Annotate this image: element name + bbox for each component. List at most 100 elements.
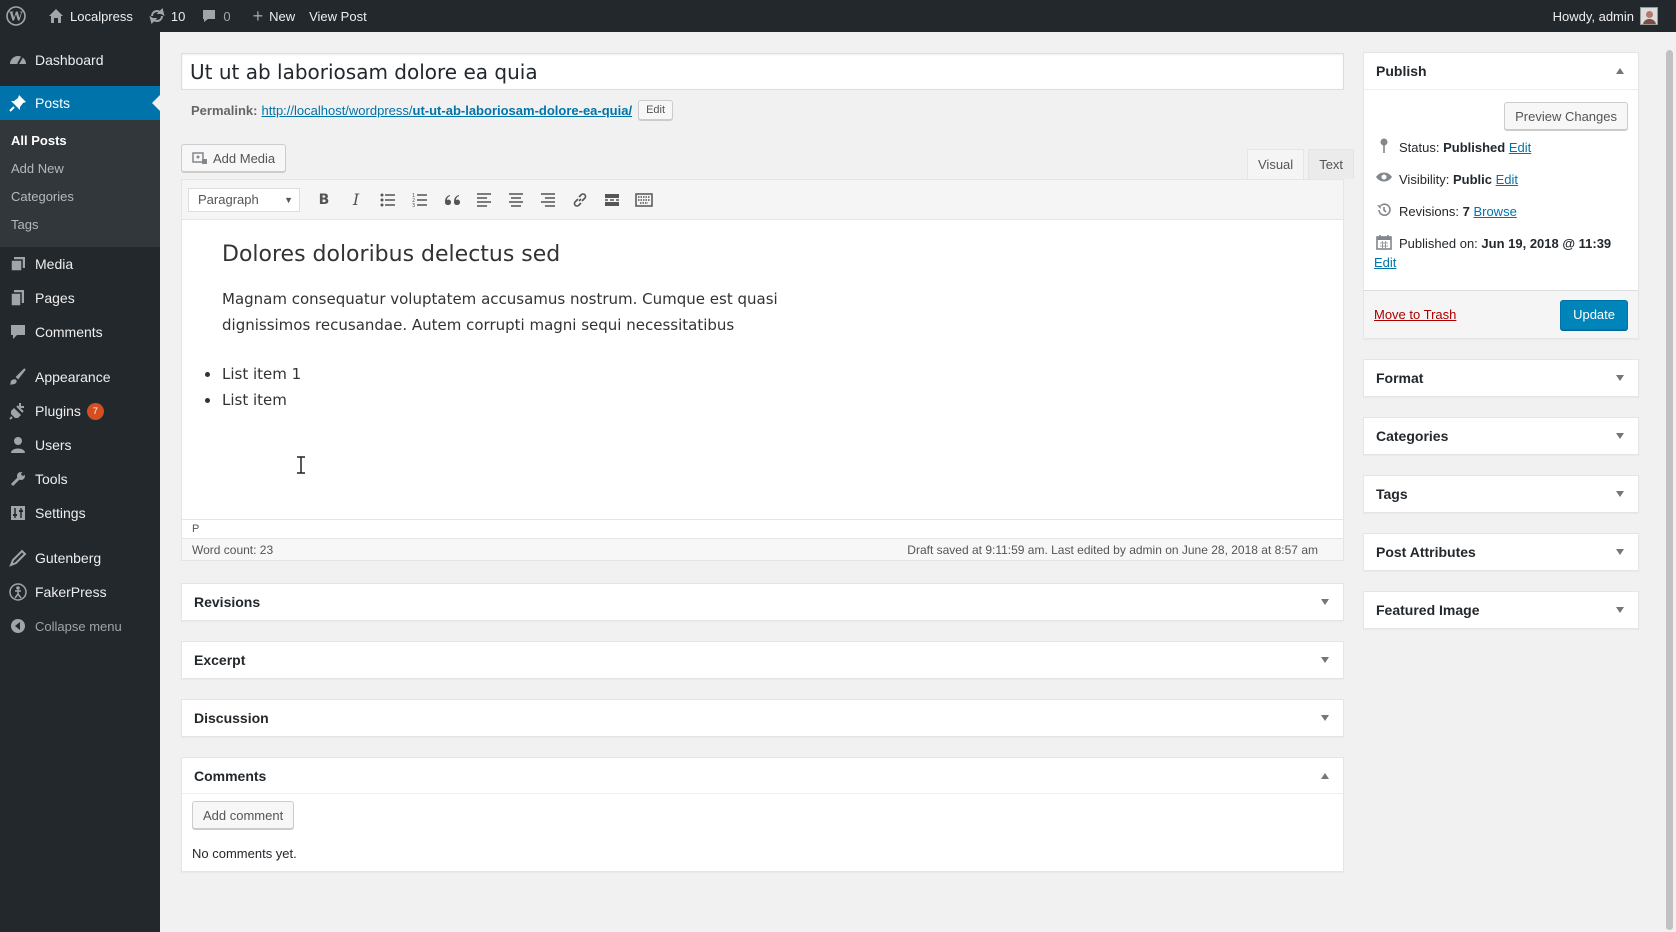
my-account-menu[interactable]: Howdy, admin <box>1553 7 1676 25</box>
editor-content-area[interactable]: Dolores doloribus delectus sed Magnam co… <box>182 220 1343 520</box>
excerpt-metabox-header[interactable]: Excerpt <box>182 642 1343 678</box>
tab-visual[interactable]: Visual <box>1247 149 1305 179</box>
sidebar-item-label: Posts <box>35 95 71 111</box>
permalink-link[interactable]: http://localhost/wordpress/ut-ut-ab-labo… <box>261 103 632 118</box>
sidebar-item-media[interactable]: Media <box>0 247 160 281</box>
sidebar-item-pages[interactable]: Pages <box>0 281 160 315</box>
toggle-arrow-icon[interactable] <box>1616 375 1624 381</box>
categories-metabox-header[interactable]: Categories <box>1364 418 1638 454</box>
sidebar-item-settings[interactable]: Settings <box>0 496 160 530</box>
bulleted-list-icon[interactable] <box>372 185 404 215</box>
admin-bar: W Localpress 10 0 + New View Post Howdy,… <box>0 0 1676 32</box>
format-metabox-header[interactable]: Format <box>1364 360 1638 396</box>
comments-menu[interactable]: 0 <box>193 0 238 32</box>
submenu-all-posts[interactable]: All Posts <box>0 127 160 155</box>
comments-metabox-title: Comments <box>194 767 267 784</box>
sidebar-item-plugins[interactable]: Plugins 7 <box>0 394 160 428</box>
preview-changes-button[interactable]: Preview Changes <box>1504 102 1628 130</box>
read-more-icon[interactable] <box>596 185 628 215</box>
published-on-edit-link[interactable]: Edit <box>1374 255 1396 270</box>
toggle-arrow-icon[interactable] <box>1616 549 1624 555</box>
add-comment-button[interactable]: Add comment <box>192 801 295 829</box>
toggle-arrow-icon[interactable] <box>1321 657 1329 663</box>
no-comments-text: No comments yet. <box>192 846 297 861</box>
bold-icon[interactable]: B <box>308 185 340 215</box>
site-name-menu[interactable]: Localpress <box>34 0 141 32</box>
new-content-menu[interactable]: + New <box>239 0 304 32</box>
tags-metabox-header[interactable]: Tags <box>1364 476 1638 512</box>
sidebar-item-appearance[interactable]: Appearance <box>0 360 160 394</box>
sidebar-item-label: Media <box>35 256 74 272</box>
comments-metabox: Comments Add comment No comments yet. <box>181 757 1344 872</box>
submenu-add-new[interactable]: Add New <box>0 155 160 183</box>
autosave-status: Draft saved at 9:11:59 am. Last edited b… <box>907 542 1318 557</box>
sidebar-item-label: Tools <box>35 471 68 487</box>
sidebar-item-gutenberg[interactable]: Gutenberg <box>0 541 160 575</box>
content-list: List item 1 List item <box>205 361 1303 413</box>
browse-revisions-link[interactable]: Browse <box>1473 202 1516 221</box>
tab-text[interactable]: Text <box>1308 149 1355 179</box>
pin-icon <box>1374 138 1394 154</box>
toggle-arrow-icon[interactable] <box>1321 599 1329 605</box>
collapse-menu-label: Collapse menu <box>35 618 122 634</box>
sidebar-item-dashboard[interactable]: Dashboard <box>0 43 160 77</box>
revisions-metabox-header[interactable]: Revisions <box>182 584 1343 620</box>
posts-submenu: All Posts Add New Categories Tags <box>0 120 160 247</box>
publish-metabox: Publish Preview Changes Status: Publishe… <box>1363 52 1639 339</box>
site-name: Localpress <box>70 8 133 24</box>
featured-image-metabox-header[interactable]: Featured Image <box>1364 592 1638 628</box>
numbered-list-icon[interactable]: 123 <box>404 185 436 215</box>
view-post-label: View Post <box>309 8 367 24</box>
sidebar-item-users[interactable]: Users <box>0 428 160 462</box>
sidebar-item-posts[interactable]: Posts <box>0 86 160 120</box>
italic-icon[interactable]: I <box>340 185 372 215</box>
align-right-icon[interactable] <box>532 185 564 215</box>
toggle-arrow-icon[interactable] <box>1616 607 1624 613</box>
publish-metabox-header[interactable]: Publish <box>1364 53 1638 89</box>
visibility-edit-link[interactable]: Edit <box>1496 170 1518 189</box>
scrollbar-thumb[interactable] <box>1666 50 1673 930</box>
toggle-arrow-icon[interactable] <box>1321 715 1329 721</box>
toggle-arrow-icon[interactable] <box>1616 491 1624 497</box>
sidebar-item-comments[interactable]: Comments <box>0 315 160 349</box>
insert-link-icon[interactable] <box>564 185 596 215</box>
add-media-icon <box>192 150 208 166</box>
submenu-categories[interactable]: Categories <box>0 183 160 211</box>
sidebar-item-label: Appearance <box>35 369 111 385</box>
update-button[interactable]: Update <box>1560 299 1628 330</box>
blockquote-icon[interactable] <box>436 185 468 215</box>
settings-sliders-icon <box>8 503 28 523</box>
align-left-icon[interactable] <box>468 185 500 215</box>
eye-icon <box>1374 170 1394 184</box>
permalink-edit-button[interactable]: Edit <box>638 100 674 120</box>
post-attributes-metabox-header[interactable]: Post Attributes <box>1364 534 1638 570</box>
sidebar-item-fakerpress[interactable]: FakerPress <box>0 575 160 609</box>
toolbar-toggle-icon[interactable] <box>628 185 660 215</box>
page-scrollbar[interactable] <box>1662 32 1676 932</box>
element-path[interactable]: P <box>192 523 199 535</box>
add-media-button[interactable]: Add Media <box>181 144 287 172</box>
editor-toolbar: Paragraph ▼ B I 123 <box>182 180 1343 220</box>
status-value: Published <box>1443 140 1506 155</box>
toggle-arrow-icon[interactable] <box>1616 68 1624 74</box>
wordpress-logo-menu[interactable]: W <box>0 0 34 32</box>
toggle-arrow-icon[interactable] <box>1616 433 1624 439</box>
toggle-arrow-icon[interactable] <box>1321 772 1329 779</box>
plugins-update-badge: 7 <box>86 402 104 420</box>
comments-metabox-header[interactable]: Comments <box>182 758 1343 794</box>
sidebar-item-tools[interactable]: Tools <box>0 462 160 496</box>
format-select[interactable]: Paragraph ▼ <box>188 187 300 212</box>
status-edit-link[interactable]: Edit <box>1509 138 1531 157</box>
menu-separator <box>0 530 160 541</box>
revisions-label: Revisions: <box>1399 204 1459 219</box>
collapse-menu-button[interactable]: Collapse menu <box>0 609 160 643</box>
post-title-input[interactable] <box>182 54 1343 89</box>
align-center-icon[interactable] <box>500 185 532 215</box>
view-post-link[interactable]: View Post <box>303 0 375 32</box>
sidebar-item-label: Comments <box>35 324 103 340</box>
submenu-tags[interactable]: Tags <box>0 211 160 239</box>
updates-menu[interactable]: 10 <box>141 0 193 32</box>
discussion-metabox-header[interactable]: Discussion <box>182 700 1343 736</box>
move-to-trash-link[interactable]: Move to Trash <box>1374 307 1456 322</box>
permalink-row: Permalink: http://localhost/wordpress/ut… <box>191 100 674 120</box>
